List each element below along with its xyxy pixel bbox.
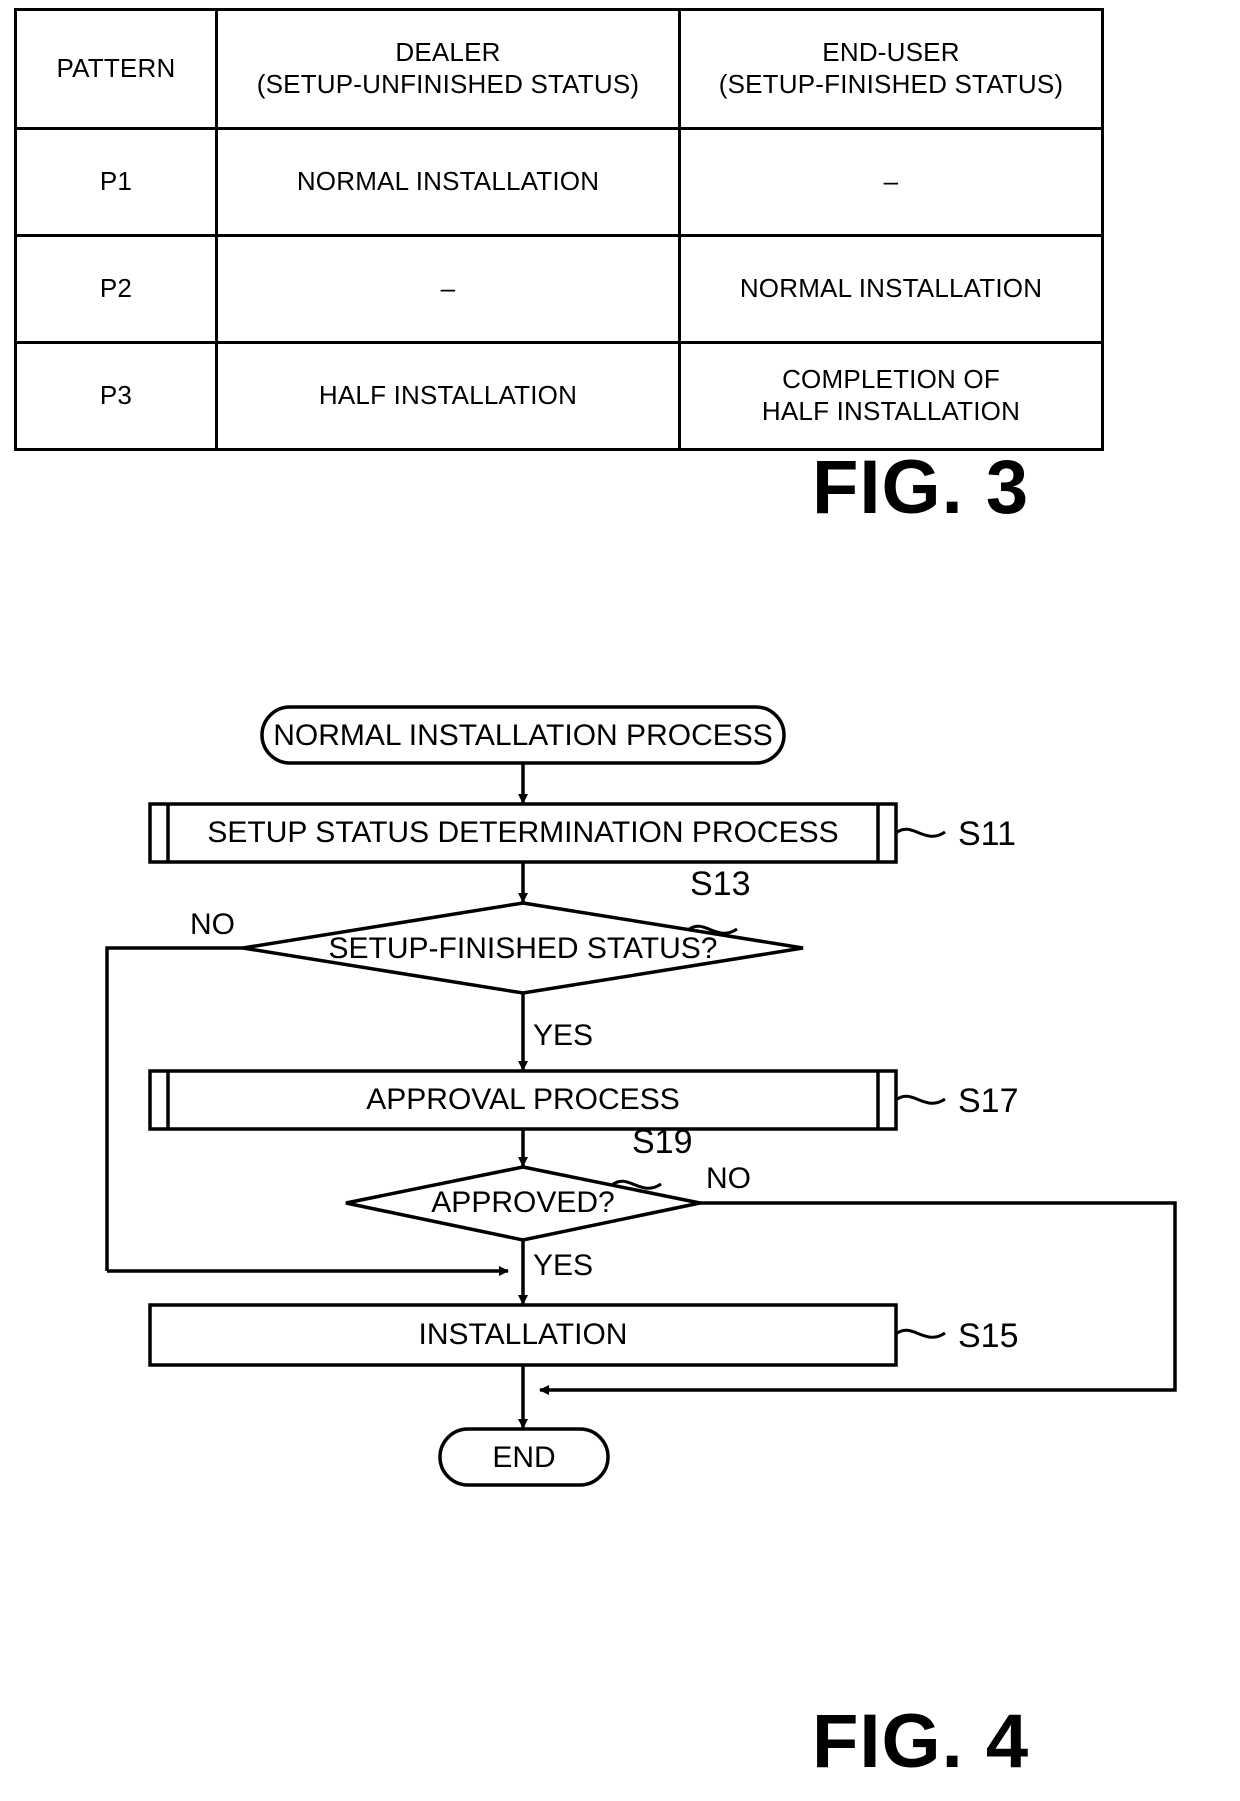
branch-label-s19-no: NO <box>706 1162 751 1195</box>
enduser-value-line1: NORMAL INSTALLATION <box>739 273 1043 304</box>
dealer-value-line1: NORMAL INSTALLATION <box>296 166 600 197</box>
enduser-value-line1: – <box>883 166 899 197</box>
dealer-value-line1: HALF INSTALLATION <box>318 380 578 411</box>
normal-installation-flowchart: NORMAL INSTALLATION PROCESS SETUP STATUS… <box>0 640 1240 1700</box>
step-label-s11: S11 <box>958 815 1016 853</box>
pattern-value: P3 <box>99 380 133 411</box>
figure-4-label: FIG. 4 <box>812 1699 1030 1784</box>
table-row: P3 HALF INSTALLATION COMPLETION OF HALF … <box>14 341 1104 451</box>
flow-decision-s19: APPROVED? <box>345 1165 701 1242</box>
flow-node-s17: APPROVAL PROCESS <box>148 1069 898 1131</box>
header-enduser-line1: END-USER <box>822 37 960 68</box>
flow-node-s11-label: SETUP STATUS DETERMINATION PROCESS <box>207 816 838 849</box>
table-header-row: PATTERN DEALER (SETUP-UNFINISHED STATUS)… <box>14 8 1104 130</box>
pattern-value: P2 <box>99 273 133 304</box>
flow-start-label: NORMAL INSTALLATION PROCESS <box>273 719 773 752</box>
flow-node-s15-label: INSTALLATION <box>419 1318 628 1351</box>
flow-node-s11: SETUP STATUS DETERMINATION PROCESS <box>148 802 898 864</box>
header-pattern-label: PATTERN <box>56 53 176 84</box>
flow-decision-s19-label: APPROVED? <box>431 1186 614 1219</box>
header-enduser: END-USER (SETUP-FINISHED STATUS) <box>678 8 1104 130</box>
cell-enduser: NORMAL INSTALLATION <box>678 234 1104 344</box>
header-pattern: PATTERN <box>14 8 218 130</box>
cell-pattern: P3 <box>14 341 218 451</box>
leader-line-s17 <box>895 1094 946 1105</box>
flow-decision-s13-label: SETUP-FINISHED STATUS? <box>329 932 718 965</box>
leader-line-s11 <box>895 827 946 838</box>
flow-start-terminator: NORMAL INSTALLATION PROCESS <box>260 705 786 765</box>
cell-pattern: P1 <box>14 127 218 237</box>
flow-node-s17-label: APPROVAL PROCESS <box>366 1083 679 1116</box>
pattern-value: P1 <box>99 166 133 197</box>
cell-enduser: – <box>678 127 1104 237</box>
table-row: P1 NORMAL INSTALLATION – <box>14 127 1104 237</box>
leader-line-s15 <box>895 1328 946 1339</box>
flow-node-s15: INSTALLATION <box>148 1303 898 1367</box>
cell-pattern: P2 <box>14 234 218 344</box>
cell-enduser: COMPLETION OF HALF INSTALLATION <box>678 341 1104 451</box>
branch-label-s19-yes: YES <box>533 1249 593 1282</box>
step-label-s13: S13 <box>690 865 751 903</box>
header-dealer-line1: DEALER <box>395 37 501 68</box>
header-dealer: DEALER (SETUP-UNFINISHED STATUS) <box>215 8 681 130</box>
branch-label-s13-yes: YES <box>533 1019 593 1052</box>
header-enduser-line2: (SETUP-FINISHED STATUS) <box>718 69 1064 99</box>
flow-decision-s13: SETUP-FINISHED STATUS? <box>242 901 804 995</box>
step-label-s15: S15 <box>958 1317 1019 1355</box>
figure-3-label: FIG. 3 <box>812 445 1030 530</box>
flow-end-label: END <box>492 1441 555 1474</box>
step-label-s17: S17 <box>958 1082 1019 1120</box>
pattern-comparison-table: PATTERN DEALER (SETUP-UNFINISHED STATUS)… <box>14 8 1104 451</box>
cell-dealer: HALF INSTALLATION <box>215 341 681 451</box>
header-dealer-line2: (SETUP-UNFINISHED STATUS) <box>256 69 640 99</box>
table-row: P2 – NORMAL INSTALLATION <box>14 234 1104 344</box>
dealer-value-line1: – <box>440 273 456 304</box>
cell-dealer: NORMAL INSTALLATION <box>215 127 681 237</box>
enduser-value-line1: COMPLETION OF <box>782 364 1000 395</box>
flow-end-terminator: END <box>438 1427 610 1487</box>
step-label-s19: S19 <box>632 1123 693 1161</box>
branch-label-s13-no: NO <box>190 908 235 941</box>
cell-dealer: – <box>215 234 681 344</box>
enduser-value-line2: HALF INSTALLATION <box>761 396 1021 426</box>
